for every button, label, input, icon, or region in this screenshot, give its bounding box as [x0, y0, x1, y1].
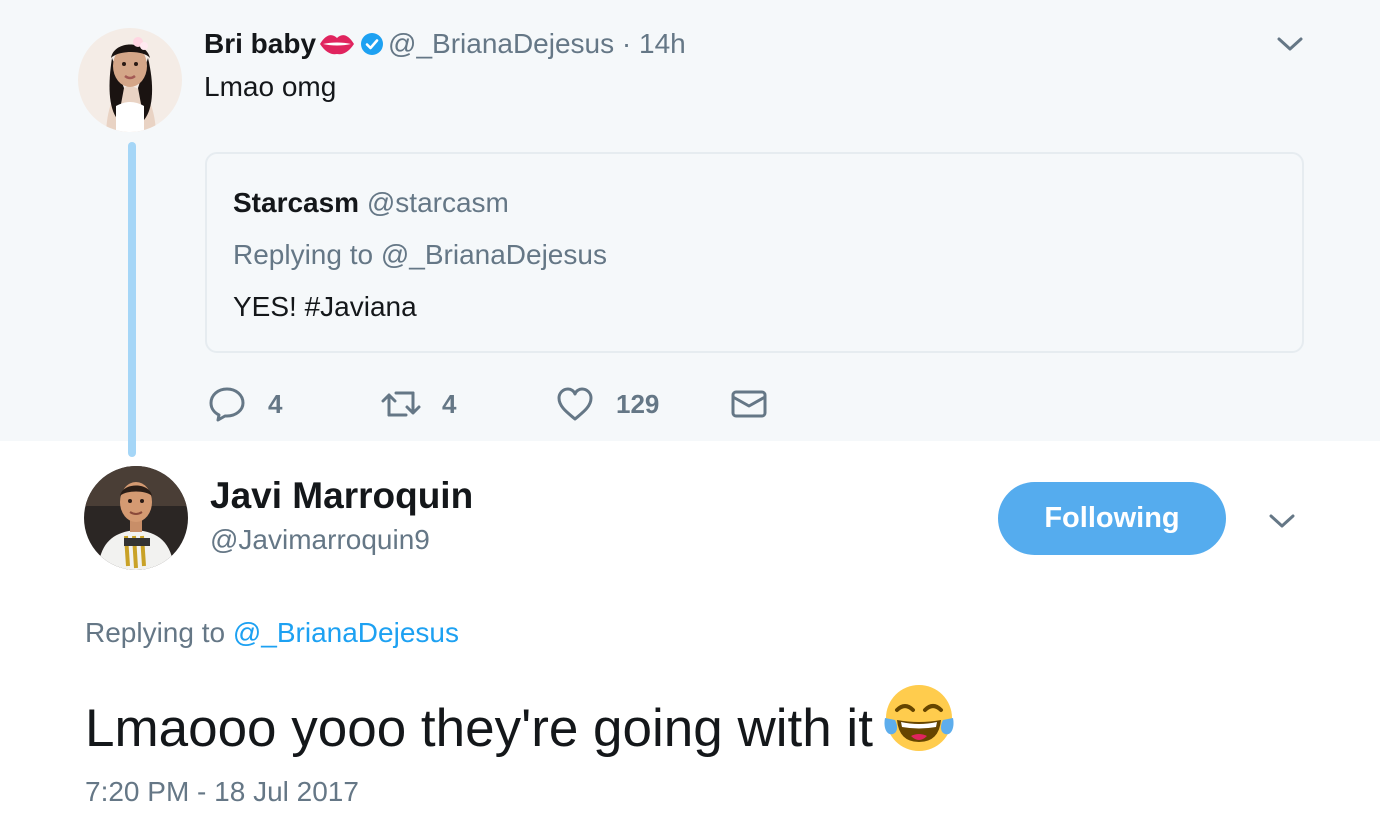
thread-connector-line [128, 142, 136, 457]
following-button[interactable]: Following [998, 482, 1226, 555]
tweet-timestamp[interactable]: 7:20 PM - 18 Jul 2017 [85, 775, 359, 809]
main-author-avatar[interactable] [84, 466, 188, 570]
main-tweet-text: Lmaooo yooo they're going with it [85, 699, 873, 758]
kiss-lips-icon [318, 31, 356, 64]
tears-of-joy-emoji [881, 680, 957, 771]
direct-message-action[interactable] [730, 384, 768, 424]
parent-tweet-time[interactable]: 14h [639, 28, 686, 59]
parent-tweet[interactable]: Bri baby @_BrianaDejesus · 14h Lmao omg S… [0, 0, 1380, 457]
main-author-avatar-image [84, 466, 188, 570]
parent-author-name[interactable]: Bri baby [204, 28, 316, 59]
like-action[interactable]: 129 [556, 384, 659, 424]
header-separator: · [621, 28, 632, 59]
chevron-down-icon[interactable] [1268, 511, 1296, 531]
parent-tweet-text: Lmao omg [204, 71, 337, 102]
main-author-handle[interactable]: @Javimarroquin9 [210, 523, 430, 557]
verified-badge-icon [360, 31, 384, 63]
reply-count: 4 [268, 388, 283, 419]
heart-icon [556, 386, 594, 422]
parent-author-avatar-image [78, 28, 182, 132]
quoted-author-name: Starcasm [233, 187, 360, 218]
replying-to-prefix: Replying to [85, 617, 226, 648]
parent-author-handle[interactable]: @_BrianaDejesus [388, 28, 614, 59]
replying-to-mention-link[interactable]: @_BrianaDejesus [233, 617, 459, 648]
like-count: 129 [616, 388, 660, 419]
chevron-down-icon[interactable] [1276, 34, 1304, 54]
quoted-tweet-text: YES! #Javiana [233, 291, 417, 322]
retweet-action[interactable]: 4 [380, 384, 456, 424]
retweet-count: 4 [442, 388, 457, 419]
reply-action[interactable]: 4 [208, 384, 282, 424]
main-author-name[interactable]: Javi Marroquin [210, 474, 473, 518]
quoted-author-handle: @starcasm [366, 187, 509, 218]
retweet-icon [380, 385, 422, 423]
parent-tweet-header: Bri baby @_BrianaDejesus · 14h [204, 28, 686, 64]
replying-to: Replying to @_BrianaDejesus [85, 616, 459, 650]
main-tweet-text-row: Lmaooo yooo they're going with it [85, 680, 957, 771]
parent-author-avatar[interactable] [78, 28, 182, 132]
envelope-icon [730, 388, 768, 420]
quoted-tweet[interactable]: Starcasm @starcasm Replying to @_BrianaD… [205, 152, 1304, 353]
reply-icon [208, 385, 246, 423]
quoted-replying-to: Replying to @_BrianaDejesus [233, 239, 607, 270]
